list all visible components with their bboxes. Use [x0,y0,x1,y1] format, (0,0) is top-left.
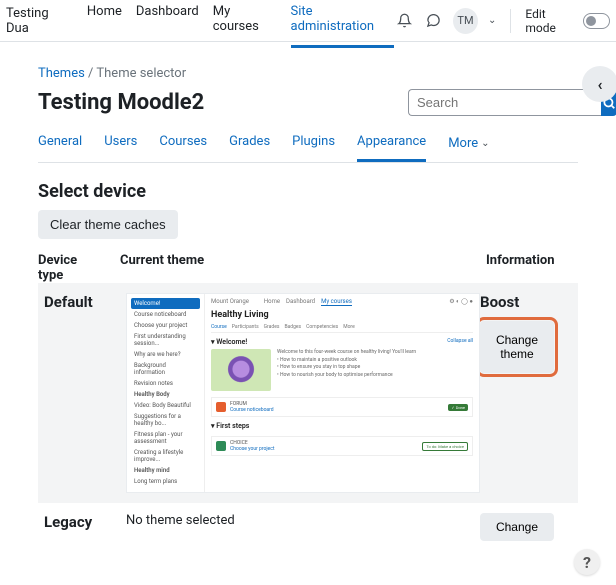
tab-more[interactable]: More⌄ [448,134,489,162]
nav-site-admin[interactable]: Site administration [291,0,395,48]
col-device-type: Devicetype [38,253,120,283]
primary-nav: Home Dashboard My courses Site administr… [87,0,394,48]
section-title: Select device [38,181,578,202]
change-theme-button-legacy[interactable]: Change [480,513,554,541]
main-region: ‹ Themes / Theme selector Testing Moodle… [0,42,616,585]
tab-users[interactable]: Users [104,134,137,162]
table-row-legacy: Legacy No theme selected Change [38,503,578,551]
topbar-right: TM ⌄ Edit mode [394,7,610,35]
edit-mode-label: Edit mode [525,7,577,35]
no-theme-text: No theme selected [126,513,480,541]
info-cell-default: Boost Change theme [480,293,572,493]
notifications-icon[interactable] [394,11,413,31]
tab-plugins[interactable]: Plugins [292,134,335,162]
top-navbar: Testing Dua Home Dashboard My courses Si… [0,0,616,42]
edit-mode-control: Edit mode [525,7,610,35]
admin-search [408,89,578,116]
theme-name-boost: Boost [480,293,572,311]
col-information: Information [486,253,578,283]
breadcrumb-current: Theme selector [96,66,186,81]
breadcrumb: Themes / Theme selector [38,66,578,81]
tab-grades[interactable]: Grades [229,134,270,162]
info-cell-legacy: Change [480,513,572,541]
nav-home[interactable]: Home [87,0,122,48]
device-default: Default [44,293,126,493]
nav-my-courses[interactable]: My courses [213,0,277,48]
device-legacy: Legacy [44,513,126,541]
breadcrumb-themes[interactable]: Themes [38,66,85,81]
chevron-down-icon: ⌄ [481,138,489,149]
search-input[interactable] [408,89,601,116]
drawer-toggle-icon[interactable]: ‹ [582,66,616,102]
messages-icon[interactable] [424,11,443,31]
nav-dashboard[interactable]: Dashboard [136,0,199,48]
theme-preview-image: Welcome! Course noticeboard Choose your … [126,293,480,493]
site-brand: Testing Dua [6,6,73,36]
user-avatar[interactable]: TM [453,8,478,34]
tab-general[interactable]: General [38,134,82,162]
help-button[interactable]: ? [574,549,600,575]
page-title: Testing Moodle2 [38,90,204,115]
edit-mode-toggle[interactable] [583,13,610,29]
tab-courses[interactable]: Courses [159,134,207,162]
user-menu-chevron-icon[interactable]: ⌄ [488,15,496,26]
table-header: Devicetype Current theme Information [38,253,578,283]
table-row-default: Default Welcome! Course noticeboard Choo… [38,283,578,503]
page-header: Testing Moodle2 [38,89,578,116]
change-theme-button-default[interactable]: Change theme [480,321,554,373]
tab-appearance[interactable]: Appearance [357,134,426,162]
theme-preview-cell: Welcome! Course noticeboard Choose your … [126,293,480,493]
divider [510,9,511,33]
clear-theme-caches-button[interactable]: Clear theme caches [38,210,178,239]
admin-tabs: General Users Courses Grades Plugins App… [38,134,578,163]
col-current-theme: Current theme [120,253,486,283]
